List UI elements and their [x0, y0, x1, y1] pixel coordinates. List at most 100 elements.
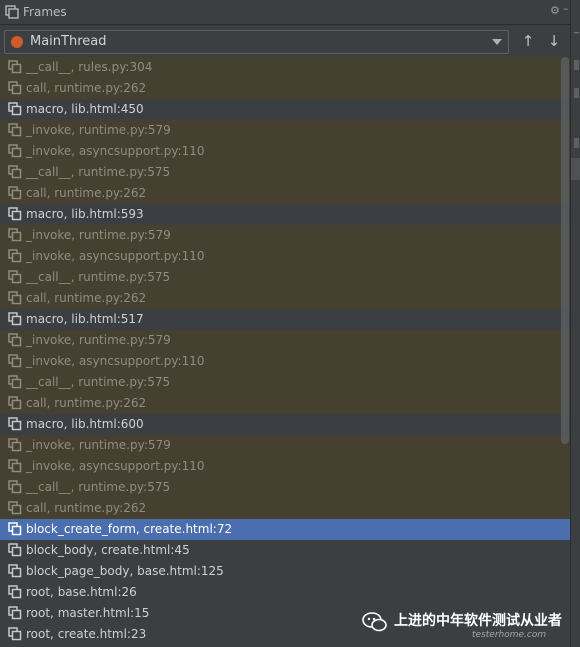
- frame-row[interactable]: _invoke, runtime.py:579: [0, 120, 570, 141]
- frame-row[interactable]: macro, lib.html:600: [0, 414, 570, 435]
- frame-label: call, runtime.py:262: [26, 396, 147, 410]
- frame-label: __call__, runtime.py:575: [26, 165, 171, 179]
- frame-row[interactable]: __call__, rules.py:304: [0, 57, 570, 78]
- frame-row[interactable]: _invoke, runtime.py:579: [0, 330, 570, 351]
- frame-row[interactable]: macro, lib.html:450: [0, 99, 570, 120]
- stack-frame-icon: [8, 249, 22, 263]
- stack-frame-icon: [8, 102, 22, 116]
- vertical-scrollbar[interactable]: [561, 57, 569, 444]
- stack-frame-icon: [8, 606, 22, 620]
- stack-frame-icon: [8, 270, 22, 284]
- frame-row[interactable]: __call__, runtime.py:575: [0, 372, 570, 393]
- stack-frame-icon: [8, 501, 22, 515]
- previous-frame-button[interactable]: ↑: [518, 30, 538, 52]
- next-frame-button[interactable]: ↓: [544, 30, 564, 52]
- frame-row[interactable]: _invoke, asyncsupport.py:110: [0, 351, 570, 372]
- frame-label: call, runtime.py:262: [26, 81, 147, 95]
- thread-status-icon: [11, 36, 23, 48]
- thread-selector[interactable]: MainThread: [4, 30, 509, 54]
- frame-row[interactable]: block_create_form, create.html:72: [0, 519, 570, 540]
- frame-row[interactable]: call, runtime.py:262: [0, 183, 570, 204]
- stack-frame-icon: [8, 60, 22, 74]
- frame-row[interactable]: _invoke, runtime.py:579: [0, 225, 570, 246]
- stack-frame-icon: [8, 585, 22, 599]
- frame-row[interactable]: __call__, runtime.py:575: [0, 162, 570, 183]
- frame-row[interactable]: call, runtime.py:262: [0, 78, 570, 99]
- frame-row[interactable]: call, runtime.py:262: [0, 498, 570, 519]
- stack-frame-icon: [8, 522, 22, 536]
- frame-label: root, create.html:23: [26, 627, 147, 641]
- frame-label: call, runtime.py:262: [26, 501, 147, 515]
- frame-label: _invoke, asyncsupport.py:110: [26, 459, 205, 473]
- panel-title: Frames: [23, 5, 67, 19]
- stack-frame-icon: [8, 144, 22, 158]
- thread-toolbar: MainThread ↑ ↓: [0, 25, 570, 57]
- frame-label: block_create_form, create.html:72: [26, 522, 233, 536]
- frame-label: macro, lib.html:450: [26, 102, 144, 116]
- frame-label: macro, lib.html:593: [26, 207, 144, 221]
- frame-label: root, base.html:26: [26, 585, 137, 599]
- frame-label: block_page_body, base.html:125: [26, 564, 224, 578]
- frame-label: _invoke, asyncsupport.py:110: [26, 354, 205, 368]
- frame-label: _invoke, runtime.py:579: [26, 123, 171, 137]
- frame-row[interactable]: __call__, runtime.py:575: [0, 267, 570, 288]
- frame-label: macro, lib.html:600: [26, 417, 144, 431]
- chevron-down-icon[interactable]: [492, 39, 502, 45]
- minimize-icon[interactable]: –: [563, 2, 569, 15]
- frame-label: _invoke, runtime.py:579: [26, 438, 171, 452]
- stack-frame-icon: [8, 312, 22, 326]
- frame-label: _invoke, asyncsupport.py:110: [26, 144, 205, 158]
- frame-row[interactable]: __call__, runtime.py:575: [0, 477, 570, 498]
- stack-frame-icon: [8, 375, 22, 389]
- frame-row[interactable]: _invoke, runtime.py:579: [0, 435, 570, 456]
- frames-icon: [5, 5, 19, 19]
- stack-frame-icon: [8, 207, 22, 221]
- frame-row[interactable]: macro, lib.html:593: [0, 204, 570, 225]
- stack-frame-icon: [8, 627, 22, 641]
- stack-frame-icon: [8, 480, 22, 494]
- frame-label: macro, lib.html:517: [26, 312, 144, 326]
- frame-row[interactable]: call, runtime.py:262: [0, 288, 570, 309]
- frame-row[interactable]: macro, lib.html:517: [0, 309, 570, 330]
- settings-gear-icon[interactable]: ⚙: [550, 4, 560, 17]
- frame-label: block_body, create.html:45: [26, 543, 190, 557]
- side-tool-icon[interactable]: [574, 138, 579, 148]
- stack-frame-icon: [8, 396, 22, 410]
- frame-row[interactable]: block_body, create.html:45: [0, 540, 570, 561]
- stack-frame-icon: [8, 564, 22, 578]
- frame-label: __call__, runtime.py:575: [26, 270, 171, 284]
- stack-frame-icon: [8, 333, 22, 347]
- frame-row[interactable]: _invoke, asyncsupport.py:110: [0, 456, 570, 477]
- frame-label: _invoke, runtime.py:579: [26, 228, 171, 242]
- frame-label: __call__, runtime.py:575: [26, 480, 171, 494]
- stack-frame-icon: [8, 438, 22, 452]
- thread-selector-value: MainThread: [30, 34, 107, 49]
- stack-frame-icon: [8, 123, 22, 137]
- frame-label: __call__, runtime.py:575: [26, 375, 171, 389]
- stack-frame-icon: [8, 228, 22, 242]
- watermark-subtext: testerhome.com: [472, 630, 547, 640]
- frame-row[interactable]: call, runtime.py:262: [0, 393, 570, 414]
- side-tool-icon[interactable]: [574, 60, 579, 70]
- stack-frame-icon: [8, 459, 22, 473]
- frame-row[interactable]: _invoke, asyncsupport.py:110: [0, 141, 570, 162]
- stack-frame-icon: [8, 165, 22, 179]
- stack-frame-icon: [8, 291, 22, 305]
- frames-list[interactable]: __call__, rules.py:304 call, runtime.py:2…: [0, 57, 570, 647]
- stack-frame-icon: [8, 543, 22, 557]
- frame-row[interactable]: _invoke, asyncsupport.py:110: [0, 246, 570, 267]
- stack-frame-icon: [8, 186, 22, 200]
- frame-label: call, runtime.py:262: [26, 291, 147, 305]
- frame-row[interactable]: block_page_body, base.html:125: [0, 561, 570, 582]
- frame-label: call, runtime.py:262: [26, 186, 147, 200]
- arrow-down-icon: ↓: [547, 32, 561, 50]
- watermark-text: 上进的中年软件测试从业者: [394, 613, 562, 629]
- arrow-up-icon: ↑: [521, 32, 535, 50]
- stack-frame-icon: [8, 417, 22, 431]
- side-tool-selected-icon[interactable]: [571, 158, 580, 180]
- side-toolbar-icon[interactable]: ‾: [574, 32, 579, 48]
- frame-row[interactable]: root, base.html:26: [0, 582, 570, 603]
- stack-frame-icon: [8, 81, 22, 95]
- side-tool-icon[interactable]: [574, 88, 579, 98]
- frames-panel-header: Frames ⚙ –: [0, 0, 570, 25]
